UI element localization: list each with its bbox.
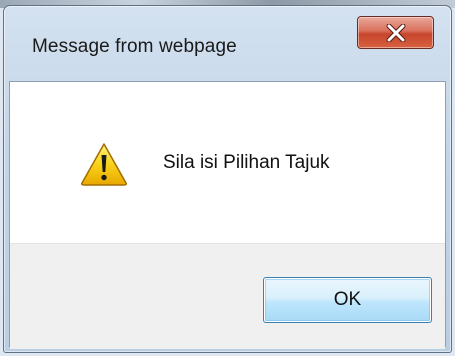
ok-button[interactable]: OK xyxy=(263,277,432,323)
dialog-body: Sila isi Pilihan Tajuk OK xyxy=(9,81,446,349)
message-area: Sila isi Pilihan Tajuk xyxy=(10,82,445,243)
message-text: Sila isi Pilihan Tajuk xyxy=(163,152,330,173)
button-area: OK xyxy=(10,243,445,349)
close-icon xyxy=(386,23,406,42)
close-button[interactable] xyxy=(357,16,434,49)
message-dialog: Message from webpage Sila isi Pilihan Ta… xyxy=(3,5,452,353)
dialog-title: Message from webpage xyxy=(32,36,237,57)
title-bar[interactable]: Message from webpage xyxy=(4,6,451,80)
warning-icon xyxy=(80,142,128,186)
